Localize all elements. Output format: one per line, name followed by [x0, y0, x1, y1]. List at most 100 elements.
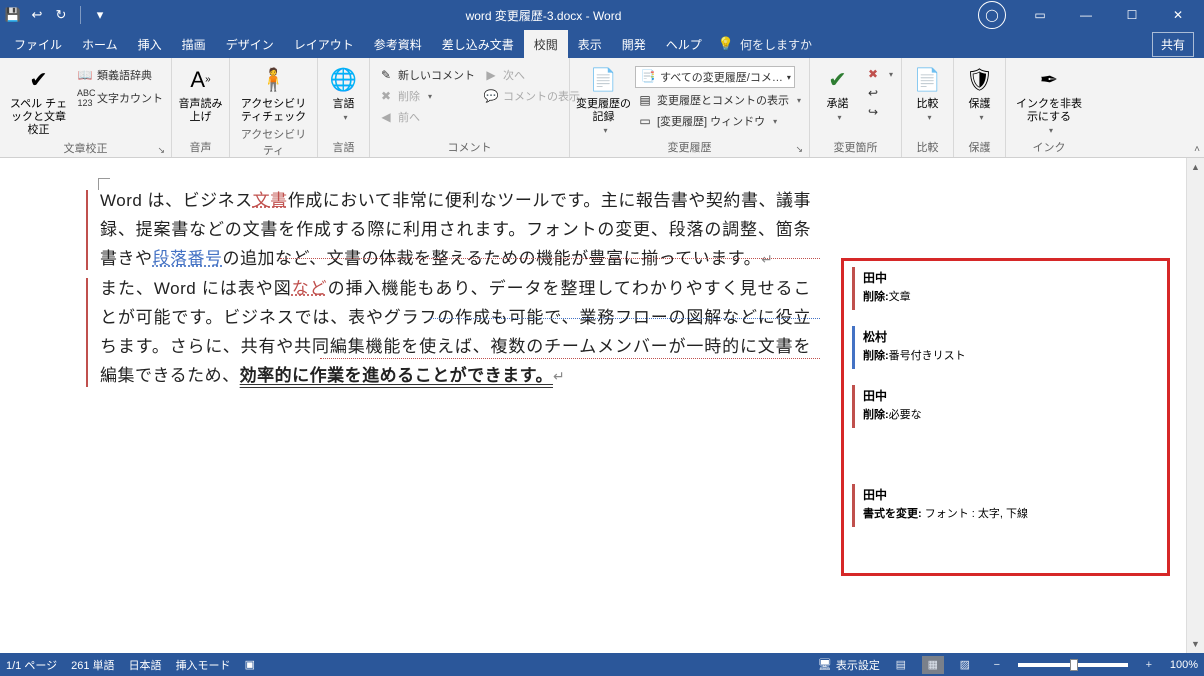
account-icon[interactable]: ◯: [978, 1, 1006, 29]
paragraph-2[interactable]: また、Word には表や図などの挿入機能もあり、データを整理してわかりやすく見せ…: [60, 274, 831, 391]
thesaurus-button[interactable]: 📖類義語辞典: [75, 66, 165, 84]
tab-開発[interactable]: 開発: [612, 30, 656, 58]
macro-record-icon[interactable]: ▣: [245, 658, 255, 671]
chevron-down-icon: ▾: [787, 73, 791, 82]
word-count-button[interactable]: ABC123文字カウント: [75, 87, 165, 109]
lightbulb-icon: 💡: [718, 36, 734, 52]
zoom-out-button[interactable]: −: [986, 656, 1008, 674]
maximize-button[interactable]: ☐: [1110, 1, 1154, 29]
revision-item[interactable]: 田中削除:必要な: [852, 385, 1159, 428]
compare-button[interactable]: 📄 比較: [908, 62, 947, 123]
display-settings-button[interactable]: 🖥表示設定: [818, 657, 880, 673]
group-compare-label: 比較: [908, 137, 947, 155]
group-language-label: 言語: [324, 137, 363, 155]
revision-item[interactable]: 松村削除:番号付きリスト: [852, 326, 1159, 369]
tab-ホーム[interactable]: ホーム: [72, 30, 128, 58]
change-bar: [86, 190, 88, 270]
group-proofing-label: 文章校正: [64, 143, 108, 155]
tell-me-search[interactable]: 💡 何をしますか: [718, 30, 812, 58]
customize-qat[interactable]: ▾: [91, 6, 109, 24]
revision-connector: [430, 318, 820, 319]
next-comment-button[interactable]: ▶次へ: [481, 66, 582, 84]
language-button[interactable]: 🌐 言語: [324, 62, 363, 123]
hide-ink-button[interactable]: ✒ インクを非表示にする: [1012, 62, 1086, 136]
new-comment-button[interactable]: ✎新しいコメント: [376, 66, 477, 84]
tab-表示[interactable]: 表示: [568, 30, 612, 58]
tab-デザイン[interactable]: デザイン: [216, 30, 284, 58]
vertical-scrollbar[interactable]: ▲ ▼: [1186, 158, 1204, 653]
group-changes-label: 変更箇所: [816, 137, 895, 155]
tab-参考資料[interactable]: 参考資料: [364, 30, 432, 58]
revisions-pane-highlight: 田中削除:文章松村削除:番号付きリスト田中削除:必要な田中書式を変更: フォント…: [841, 258, 1170, 576]
status-word-count[interactable]: 261 単語: [71, 657, 114, 673]
tab-ヘルプ[interactable]: ヘルプ: [656, 30, 712, 58]
previous-comment-button[interactable]: ◀前へ: [376, 108, 477, 126]
save-button[interactable]: 💾: [4, 6, 22, 24]
revision-action: 削除:番号付きリスト: [863, 347, 1159, 363]
tell-me-placeholder: 何をしますか: [740, 36, 812, 53]
revision-action: 削除:必要な: [863, 406, 1159, 422]
status-page[interactable]: 1/1 ページ: [6, 657, 57, 673]
inserted-text: など: [292, 279, 328, 298]
status-language[interactable]: 日本語: [129, 657, 162, 673]
scroll-down-button[interactable]: ▼: [1187, 635, 1204, 653]
close-button[interactable]: ✕: [1156, 1, 1200, 29]
tab-ファイル[interactable]: ファイル: [4, 30, 72, 58]
group-speech-label: 音声: [178, 137, 223, 155]
read-mode-button[interactable]: ▤: [890, 656, 912, 674]
separator: [80, 6, 81, 24]
undo-button[interactable]: ↩: [28, 6, 46, 24]
tab-挿入[interactable]: 挿入: [128, 30, 172, 58]
zoom-slider[interactable]: [1018, 663, 1128, 667]
document-canvas[interactable]: Word は、ビジネス文書作成において非常に便利なツールです。主に報告書や契約書…: [0, 158, 841, 653]
show-comments-button[interactable]: 💬コメントの表示: [481, 87, 582, 105]
tracking-launcher[interactable]: ↘: [795, 144, 803, 155]
next-change-button[interactable]: ↪: [863, 104, 895, 120]
accessibility-check-button[interactable]: 🧍 アクセシビリティチェック: [236, 62, 311, 124]
revision-author: 田中: [863, 269, 1159, 286]
reviewing-pane-button[interactable]: ▭[変更履歴] ウィンドウ: [635, 112, 803, 130]
revision-author: 松村: [863, 328, 1159, 345]
group-accessibility-label: アクセシビリティ: [236, 124, 311, 158]
print-layout-button[interactable]: ▦: [922, 656, 944, 674]
collapse-ribbon-button[interactable]: ˄: [1194, 144, 1200, 155]
group-tracking-label: 変更履歴: [668, 142, 712, 154]
scroll-up-button[interactable]: ▲: [1187, 158, 1204, 176]
monitor-icon: 🖥: [818, 658, 832, 671]
tab-差し込み文書[interactable]: 差し込み文書: [432, 30, 524, 58]
zoom-level[interactable]: 100%: [1170, 659, 1198, 671]
status-insert-mode[interactable]: 挿入モード: [176, 657, 231, 673]
share-button[interactable]: 共有: [1152, 32, 1194, 57]
group-comments-label: コメント: [376, 137, 563, 155]
ribbon-options-button[interactable]: ▭: [1018, 1, 1062, 29]
paragraph-1[interactable]: Word は、ビジネス文書作成において非常に便利なツールです。主に報告書や契約書…: [60, 186, 831, 274]
track-changes-button[interactable]: 📄 変更履歴の記録: [576, 62, 631, 136]
previous-change-button[interactable]: ↩: [863, 85, 895, 101]
show-markup-button[interactable]: ▤変更履歴とコメントの表示: [635, 91, 803, 109]
accept-change-button[interactable]: ✔ 承諾: [816, 62, 859, 123]
revision-author: 田中: [863, 486, 1159, 503]
inserted-text: 段落番号: [153, 249, 223, 268]
tab-レイアウト[interactable]: レイアウト: [284, 30, 364, 58]
revision-action: 書式を変更: フォント : 太字, 下線: [863, 505, 1159, 521]
revision-connector: [320, 358, 820, 359]
pilcrow-icon: ↵: [553, 368, 565, 384]
revision-item[interactable]: 田中書式を変更: フォント : 太字, 下線: [852, 484, 1159, 527]
spellcheck-button[interactable]: ✔ スペル チェックと文章校正: [6, 62, 71, 138]
delete-comment-button[interactable]: ✖削除: [376, 87, 477, 105]
protect-button[interactable]: 🛡 保護: [960, 62, 999, 123]
zoom-in-button[interactable]: +: [1138, 656, 1160, 674]
tab-描画[interactable]: 描画: [172, 30, 216, 58]
revision-item[interactable]: 田中削除:文章: [852, 267, 1159, 310]
read-aloud-button[interactable]: A» 音声読み上げ: [178, 62, 223, 124]
reject-change-button[interactable]: ✖: [863, 66, 895, 82]
formatted-text: 効率的に作業を進めることができます。: [240, 366, 553, 385]
tab-校閲[interactable]: 校閲: [524, 30, 568, 58]
web-layout-button[interactable]: ▨: [954, 656, 976, 674]
minimize-button[interactable]: —: [1064, 1, 1108, 29]
proofing-launcher[interactable]: ↘: [157, 145, 165, 156]
display-for-review-dropdown[interactable]: 📑すべての変更履歴/コメ… ▾: [635, 66, 795, 88]
revision-action: 削除:文章: [863, 288, 1159, 304]
group-protect-label: 保護: [960, 137, 999, 155]
redo-button[interactable]: ↻: [52, 6, 70, 24]
